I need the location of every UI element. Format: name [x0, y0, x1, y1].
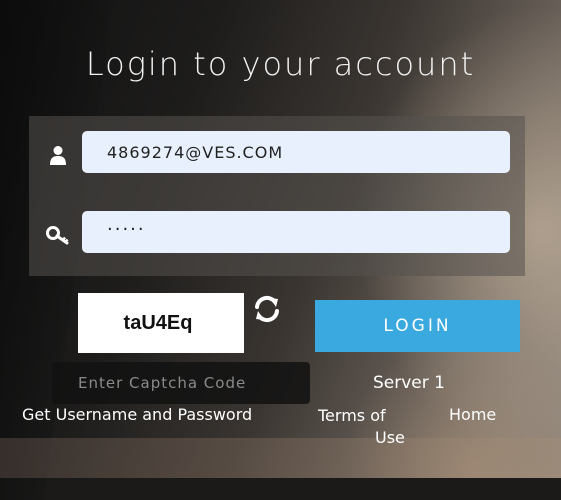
key-icon — [46, 226, 69, 245]
user-icon — [50, 146, 66, 165]
captcha-image: taU4Eq — [78, 293, 244, 353]
server-label: Server 1 — [373, 373, 445, 393]
terms-of-use-link[interactable]: Terms of Use — [318, 405, 410, 449]
password-field[interactable]: ····· — [82, 211, 510, 253]
terms-line-2: Use — [375, 428, 405, 447]
get-credentials-link[interactable]: Get Username and Password — [22, 405, 252, 424]
home-link[interactable]: Home — [449, 405, 496, 424]
refresh-icon[interactable] — [252, 294, 282, 324]
captcha-text: taU4Eq — [123, 311, 193, 334]
background-strip — [0, 438, 561, 478]
page-title: Login to your account — [85, 45, 476, 83]
terms-line-1: Terms of — [318, 406, 386, 425]
login-button[interactable]: LOGIN — [315, 300, 520, 352]
captcha-input[interactable]: Enter Captcha Code — [52, 362, 310, 404]
email-field[interactable]: 4869274@VES.COM — [82, 131, 510, 173]
